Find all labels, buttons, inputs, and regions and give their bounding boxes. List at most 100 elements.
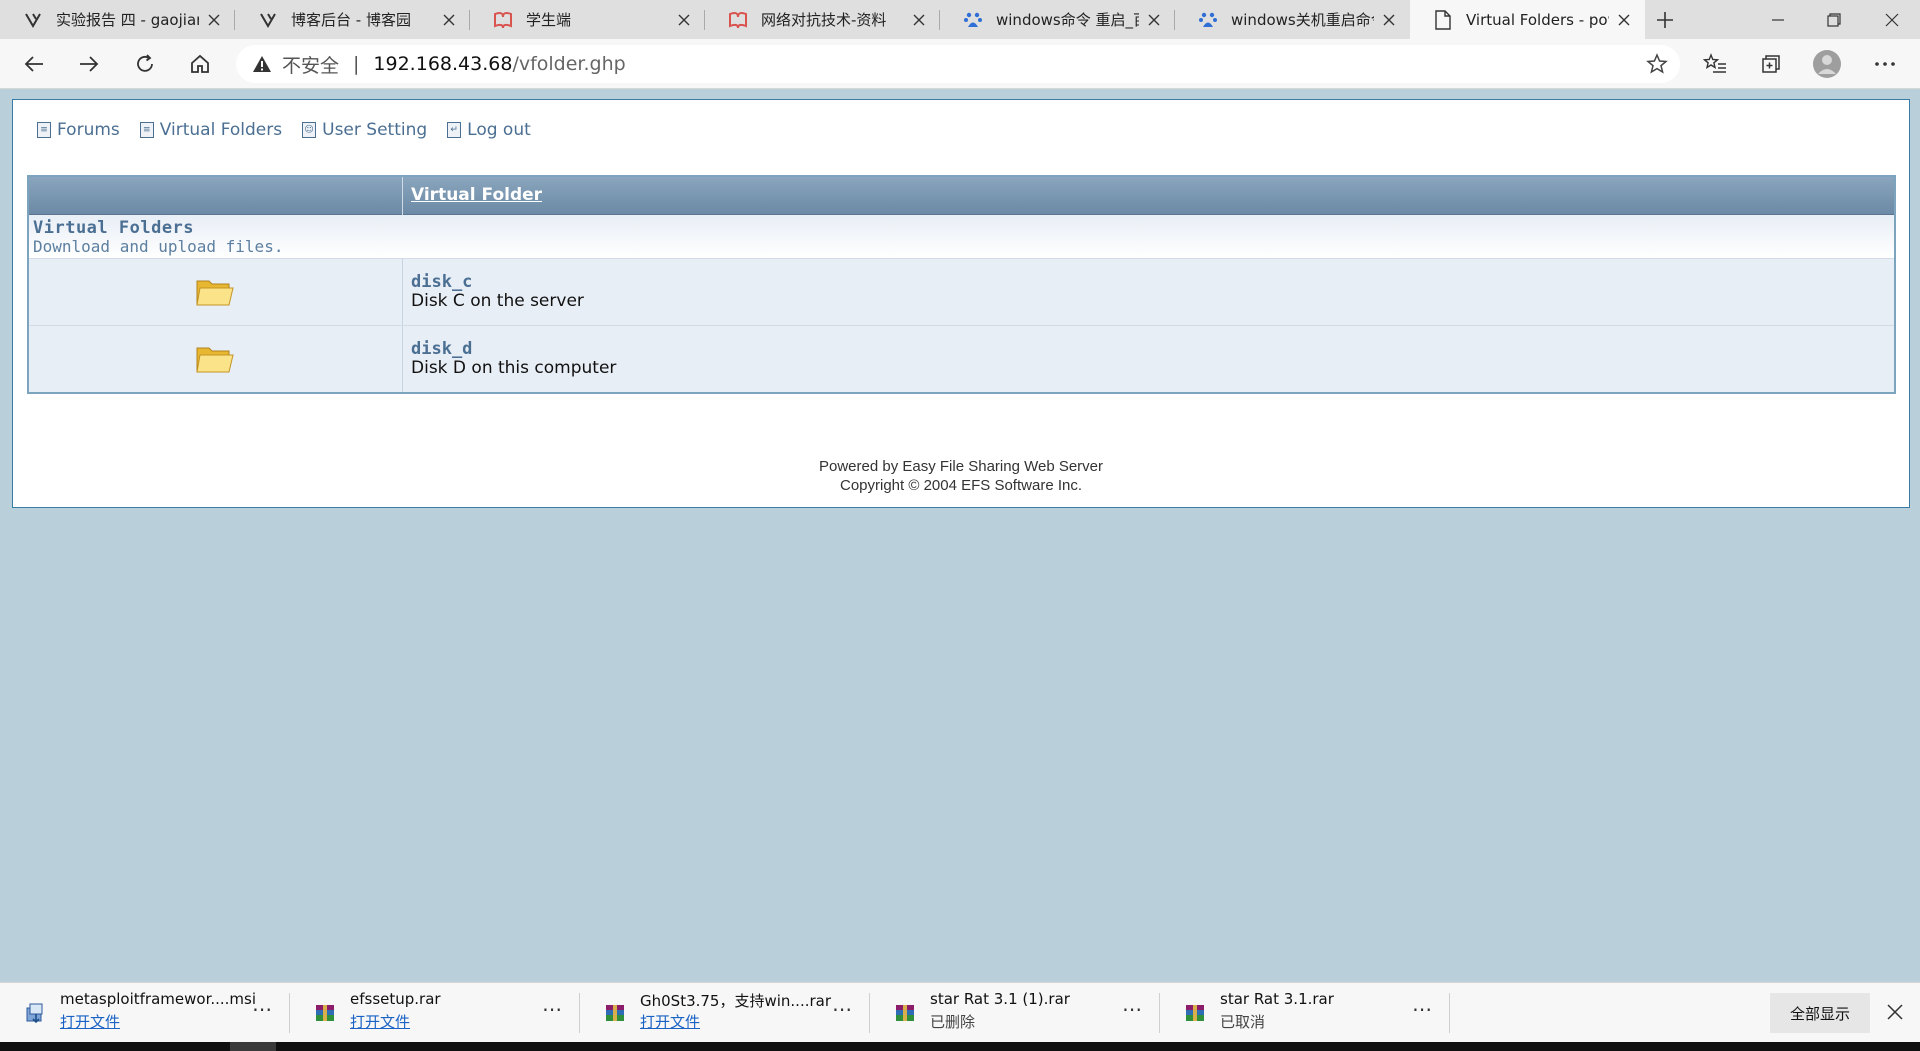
rar-archive-icon <box>314 1002 336 1024</box>
table-row: disk_c Disk C on the server <box>29 258 1894 325</box>
folder-description: Disk C on the server <box>411 291 584 311</box>
tab-title: 网络对抗技术-资料 <box>761 11 887 29</box>
baidu-paw-icon <box>962 9 984 31</box>
download-item[interactable]: Gh0St3.75，支持win....rar 打开文件 ⋯ <box>580 983 870 1043</box>
close-icon[interactable] <box>910 11 928 29</box>
browser-tab[interactable]: 实验报告 四 - gaojianp <box>0 0 235 39</box>
download-more-button[interactable]: ⋯ <box>1122 997 1143 1021</box>
close-icon[interactable] <box>1145 11 1163 29</box>
download-item[interactable]: metasploitframewor....msi 打开文件 ⋯ <box>0 983 290 1043</box>
warning-icon[interactable] <box>252 54 272 74</box>
taskbar-highlight <box>230 1042 276 1051</box>
nav-forums[interactable]: ≡ Forums <box>37 120 120 140</box>
nav-virtual-folders[interactable]: ≡ Virtual Folders <box>139 120 283 140</box>
table-caption: Virtual Folders Download and upload file… <box>29 215 1894 258</box>
more-menu-button[interactable] <box>1867 46 1903 82</box>
download-more-button[interactable]: ⋯ <box>1412 997 1433 1021</box>
restore-button[interactable] <box>1806 0 1862 39</box>
browser-tab[interactable]: 网络对抗技术-资料 <box>705 0 940 39</box>
rar-archive-icon <box>894 1002 916 1024</box>
folder-icon[interactable] <box>195 342 235 376</box>
nav-label: Log out <box>467 120 531 140</box>
caption-subtitle: Download and upload files. <box>33 237 284 256</box>
download-item[interactable]: star Rat 3.1.rar 已取消 ⋯ <box>1160 983 1450 1043</box>
nav-label: Virtual Folders <box>159 120 283 140</box>
logout-icon: ↵ <box>447 122 462 138</box>
new-tab-button[interactable] <box>1645 0 1685 39</box>
favorites-list-button[interactable] <box>1697 46 1733 82</box>
footer-copyright: Copyright © 2004 EFS Software Inc. <box>840 477 1082 494</box>
nav-user-setting[interactable]: ☺ User Setting <box>302 120 427 140</box>
browser-tab-active[interactable]: Virtual Folders - power <box>1410 0 1645 39</box>
folder-name-link[interactable]: disk_c <box>411 272 472 292</box>
url-path: /vfolder.ghp <box>512 53 626 75</box>
browser-tab[interactable]: windows命令 重启_百 <box>940 0 1175 39</box>
msi-installer-icon <box>24 1002 46 1024</box>
browser-toolbar: 不安全 | 192.168.43.68 /vfolder.ghp <box>0 39 1920 89</box>
download-more-button[interactable]: ⋯ <box>542 997 563 1021</box>
open-file-link[interactable]: 打开文件 <box>60 1011 120 1032</box>
download-item[interactable]: star Rat 3.1 (1).rar 已删除 ⋯ <box>870 983 1160 1043</box>
forward-button[interactable] <box>71 46 107 82</box>
security-label[interactable]: 不安全 <box>282 51 339 78</box>
close-download-shelf-icon[interactable] <box>1880 997 1910 1027</box>
nav-log-out[interactable]: ↵ Log out <box>447 120 531 140</box>
reload-button[interactable] <box>127 46 163 82</box>
back-button[interactable] <box>16 46 52 82</box>
browser-tab[interactable]: 博客后台 - 博客园 <box>235 0 470 39</box>
cell-divider <box>402 326 403 392</box>
tab-title: windows命令 重启_百 <box>996 11 1139 29</box>
open-file-link[interactable]: 打开文件 <box>350 1011 410 1032</box>
collections-button[interactable] <box>1753 46 1789 82</box>
minimize-button[interactable] <box>1750 0 1806 39</box>
folder-name-link[interactable]: disk_d <box>411 339 472 359</box>
profile-avatar[interactable] <box>1809 46 1845 82</box>
page-footer: Powered by Easy File Sharing Web Server … <box>13 457 1909 495</box>
close-icon[interactable] <box>1380 11 1398 29</box>
close-icon[interactable] <box>1615 11 1633 29</box>
tab-title: windows关机重启命令 <box>1231 11 1374 29</box>
download-status: 已删除 <box>930 1013 976 1031</box>
table-header: Virtual Folder <box>29 177 1894 215</box>
graduation-icon <box>492 9 514 31</box>
rar-archive-icon <box>1184 1002 1206 1024</box>
home-button[interactable] <box>182 46 218 82</box>
tab-title: 博客后台 - 博客园 <box>291 11 411 29</box>
zhiyun-icon <box>257 9 279 31</box>
url-host: 192.168.43.68 <box>373 53 513 75</box>
download-filename: metasploitframewor....msi <box>60 990 257 1008</box>
show-all-downloads-button[interactable]: 全部显示 <box>1770 993 1870 1033</box>
download-filename: efssetup.rar <box>350 990 441 1008</box>
address-bar[interactable]: 不安全 | 192.168.43.68 /vfolder.ghp <box>236 45 1680 83</box>
header-virtual-folder-link[interactable]: Virtual Folder <box>411 185 542 205</box>
download-filename: star Rat 3.1 (1).rar <box>930 990 1070 1008</box>
download-filename: Gh0St3.75，支持win....rar <box>640 992 832 1010</box>
open-file-link[interactable]: 打开文件 <box>640 1011 700 1032</box>
user-icon: ☺ <box>302 122 317 138</box>
nav-label: Forums <box>57 120 120 140</box>
download-more-button[interactable]: ⋯ <box>832 997 853 1021</box>
window-close-button[interactable] <box>1864 0 1920 39</box>
zhiyun-icon <box>22 9 44 31</box>
folder-description: Disk D on this computer <box>411 358 617 378</box>
graduation-icon <box>727 9 749 31</box>
tab-strip: 实验报告 四 - gaojianp 博客后台 - 博客园 学生端 网络对抗技术-… <box>0 0 1920 39</box>
table-row: disk_d Disk D on this computer <box>29 325 1894 392</box>
browser-tab[interactable]: 学生端 <box>470 0 705 39</box>
folder-icon[interactable] <box>195 275 235 309</box>
download-more-button[interactable]: ⋯ <box>252 997 273 1021</box>
favorite-star-icon[interactable] <box>1646 53 1668 79</box>
top-navigation: ≡ Forums ≡ Virtual Folders ☺ User Settin… <box>37 120 531 140</box>
close-icon[interactable] <box>205 11 223 29</box>
rar-archive-icon <box>604 1002 626 1024</box>
browser-tab[interactable]: windows关机重启命令 <box>1175 0 1410 39</box>
download-divider <box>1449 993 1450 1033</box>
download-item[interactable]: efssetup.rar 打开文件 ⋯ <box>290 983 580 1043</box>
download-filename: star Rat 3.1.rar <box>1220 990 1334 1008</box>
forums-icon: ≡ <box>37 122 51 138</box>
download-shelf: metasploitframewor....msi 打开文件 ⋯ efssetu… <box>0 982 1920 1042</box>
address-separator: | <box>353 53 360 75</box>
download-status: 已取消 <box>1220 1013 1266 1031</box>
close-icon[interactable] <box>675 11 693 29</box>
close-icon[interactable] <box>440 11 458 29</box>
